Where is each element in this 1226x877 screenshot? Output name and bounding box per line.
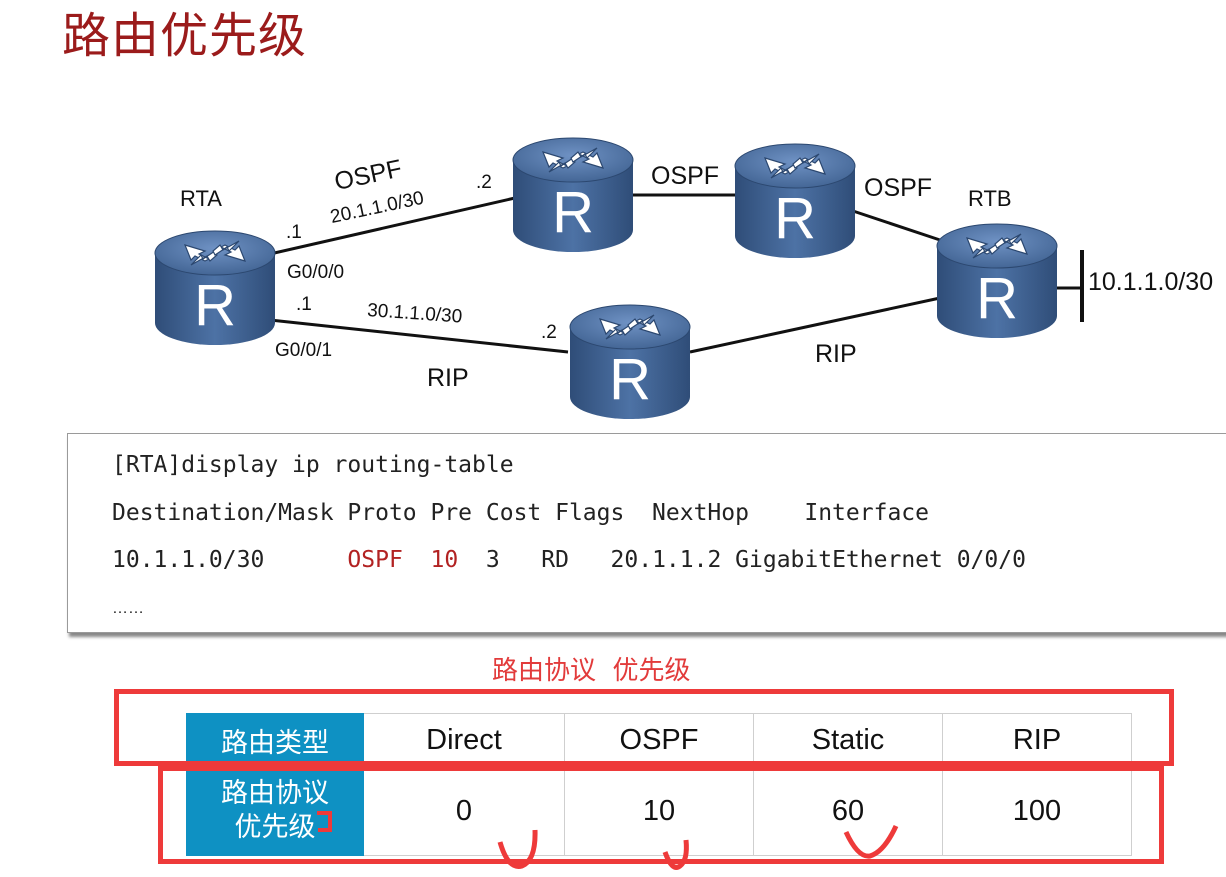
check-mark xyxy=(497,829,538,869)
check-mark xyxy=(843,824,899,859)
check-mark xyxy=(662,839,689,870)
bracket-mark xyxy=(317,811,332,832)
handwritten-marks xyxy=(317,811,899,870)
